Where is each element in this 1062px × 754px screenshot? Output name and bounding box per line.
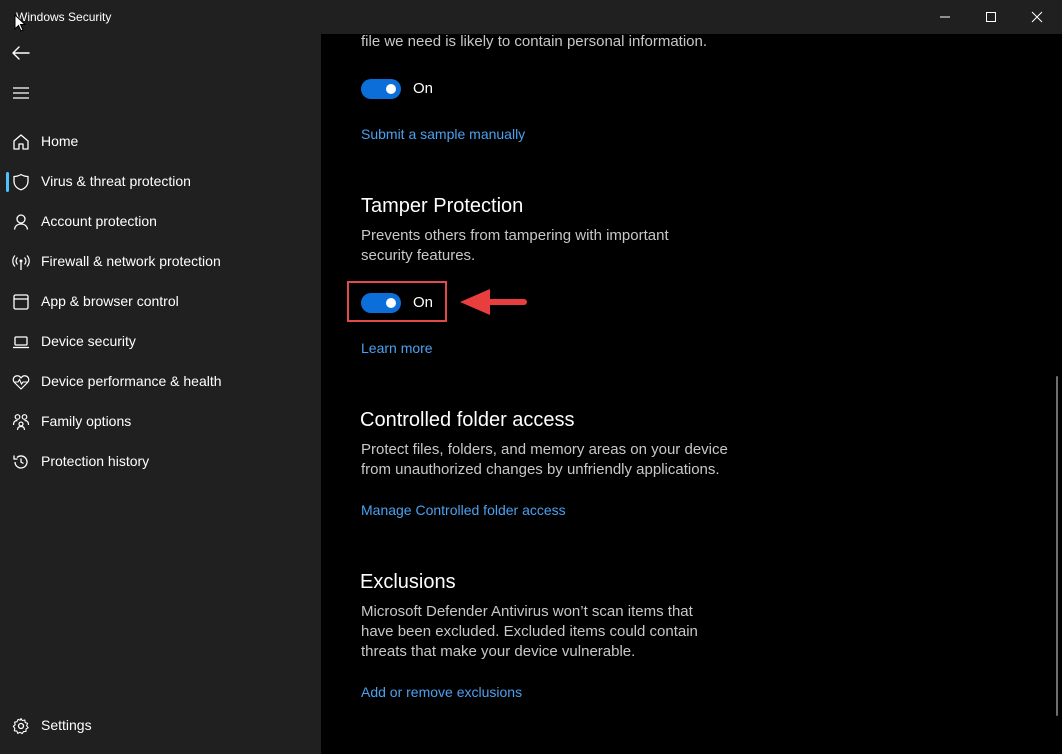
sidebar-item-label: Settings	[41, 717, 92, 733]
maximize-icon	[986, 12, 996, 22]
sidebar-item-protection-history[interactable]: Protection history	[0, 442, 321, 480]
sample-submission-toggle[interactable]	[361, 79, 401, 99]
title-bar: Windows Security	[0, 0, 1062, 34]
controlled-folder-access-description-line2: from unauthorized changes by unfriendly …	[361, 461, 720, 478]
sidebar-item-label: Protection history	[41, 453, 150, 469]
hamburger-icon	[13, 87, 29, 99]
sidebar-item-label: Device security	[41, 333, 136, 349]
minimize-icon	[940, 16, 950, 18]
sidebar-item-virus-threat-protection[interactable]: Virus & threat protection	[0, 162, 321, 200]
sidebar-item-settings[interactable]: Settings	[0, 706, 321, 744]
sidebar-item-label: App & browser control	[41, 293, 179, 309]
person-icon	[12, 213, 30, 231]
sidebar-item-device-performance-health[interactable]: Device performance & health	[0, 362, 321, 400]
sidebar-item-label: Firewall & network protection	[41, 253, 221, 269]
sidebar-item-label: Family options	[41, 413, 132, 429]
add-remove-exclusions-link[interactable]: Add or remove exclusions	[361, 684, 522, 700]
controlled-folder-access-description-line1: Protect files, folders, and memory areas…	[361, 441, 728, 458]
minimize-button[interactable]	[922, 0, 968, 34]
sidebar-item-home[interactable]: Home	[0, 122, 321, 160]
main-content: file we need is likely to contain person…	[321, 33, 1062, 754]
sidebar-item-label: Account protection	[41, 213, 157, 229]
windows-security-window: Windows Security Home Virus & threat pro…	[0, 0, 1062, 754]
controlled-folder-access-heading: Controlled folder access	[360, 409, 575, 431]
toggle-knob	[386, 84, 396, 94]
submit-sample-link[interactable]: Submit a sample manually	[361, 126, 525, 142]
exclusions-heading: Exclusions	[360, 571, 456, 593]
close-button[interactable]	[1014, 0, 1060, 34]
back-arrow-icon	[12, 46, 30, 60]
sample-submission-description: file we need is likely to contain person…	[361, 33, 708, 50]
mouse-cursor-icon	[14, 14, 26, 32]
history-icon	[12, 453, 30, 471]
sidebar-item-label: Virus & threat protection	[41, 173, 191, 189]
close-icon	[1031, 11, 1043, 23]
heart-pulse-icon	[12, 373, 30, 391]
gear-icon	[12, 717, 30, 735]
manage-controlled-folder-access-link[interactable]: Manage Controlled folder access	[361, 502, 566, 518]
tamper-toggle-highlight-box	[347, 281, 447, 322]
sidebar-item-label: Device performance & health	[41, 373, 222, 389]
hamburger-menu-button[interactable]	[0, 75, 42, 111]
sidebar-item-app-browser-control[interactable]: App & browser control	[0, 282, 321, 320]
red-arrow-icon	[460, 289, 527, 315]
family-icon	[12, 413, 30, 431]
sidebar-item-device-security[interactable]: Device security	[0, 322, 321, 360]
home-icon	[12, 133, 30, 151]
sidebar-item-family-options[interactable]: Family options	[0, 402, 321, 440]
sidebar: Home Virus & threat protection Account p…	[0, 34, 321, 754]
tamper-protection-description-line1: Prevents others from tampering with impo…	[361, 227, 669, 244]
learn-more-link[interactable]: Learn more	[361, 340, 433, 356]
laptop-icon	[12, 333, 30, 351]
tamper-protection-description-line2: security features.	[361, 247, 476, 264]
antenna-icon	[12, 253, 30, 271]
shield-icon	[12, 173, 30, 191]
vertical-scrollbar[interactable]	[1056, 376, 1058, 716]
sidebar-item-label: Home	[41, 133, 79, 149]
exclusions-description-line1: Microsoft Defender Antivirus won’t scan …	[361, 603, 693, 620]
sample-submission-toggle-label: On	[413, 80, 434, 97]
sidebar-item-firewall-network-protection[interactable]: Firewall & network protection	[0, 242, 321, 280]
sidebar-item-account-protection[interactable]: Account protection	[0, 202, 321, 240]
app-window-icon	[12, 293, 30, 311]
window-title: Windows Security	[16, 10, 112, 24]
maximize-button[interactable]	[968, 0, 1014, 34]
exclusions-description-line3: threats that make your device vulnerable…	[361, 643, 636, 660]
tamper-protection-heading: Tamper Protection	[361, 195, 524, 217]
exclusions-description-line2: have been excluded. Excluded items could…	[361, 623, 698, 640]
back-button[interactable]	[0, 35, 42, 71]
